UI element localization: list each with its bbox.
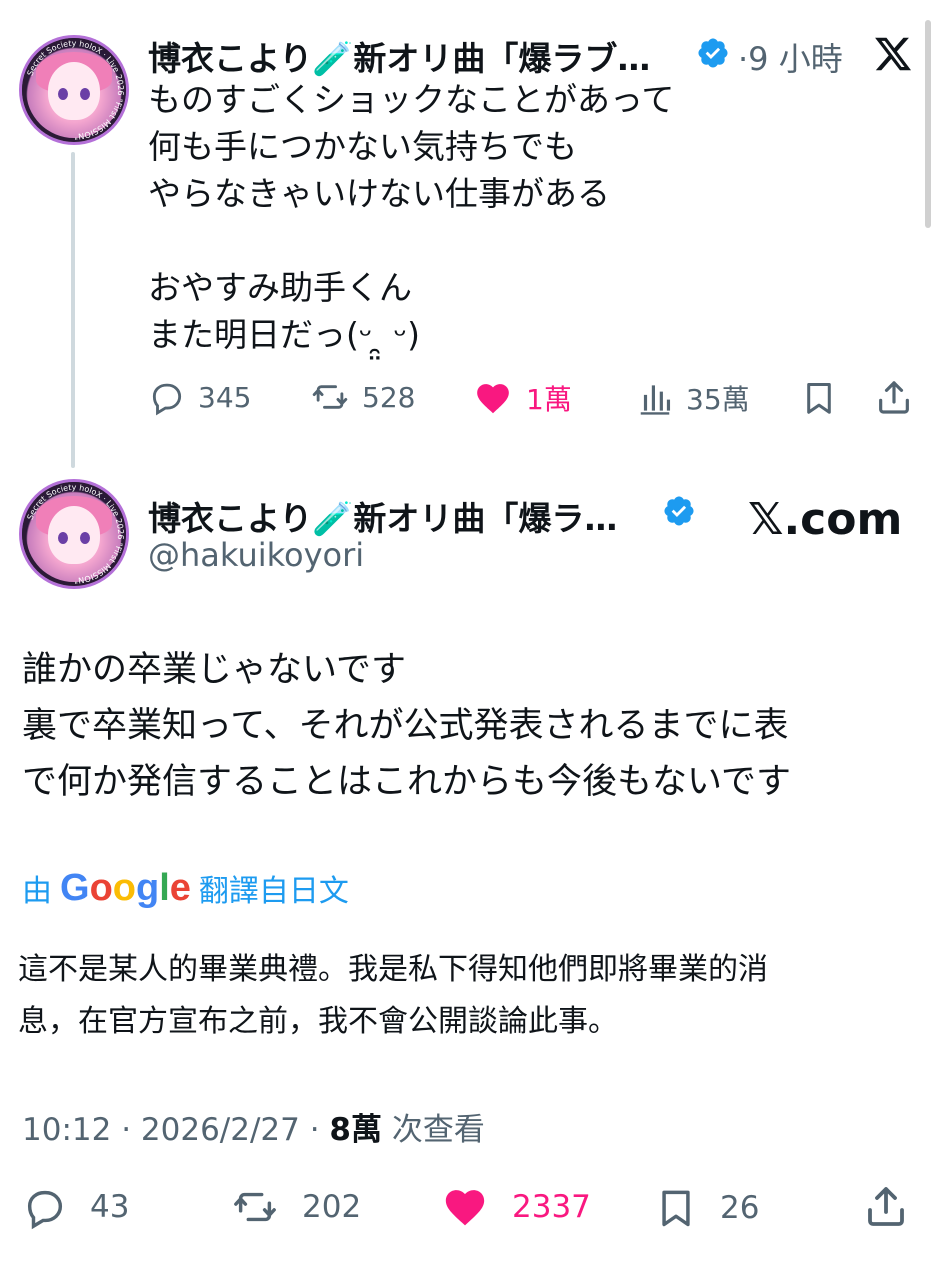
reply-button[interactable]: 345 <box>148 378 251 416</box>
views-count: 35萬 <box>686 383 750 416</box>
scrollbar[interactable] <box>925 20 931 228</box>
avatar[interactable]: Secret Society holoX · Live 2026 "First … <box>22 38 126 142</box>
x-logo-icon[interactable] <box>872 34 914 78</box>
reply-icon <box>27 1190 63 1230</box>
thread-line <box>71 152 75 468</box>
views-label: 次查看 <box>382 1112 485 1148</box>
post-metadata: 10:12 · 2026/2/27 · 8萬 次查看 <box>22 1104 485 1149</box>
bookmark-button[interactable]: 26 <box>654 1184 759 1232</box>
share-icon <box>868 1187 904 1226</box>
svg-text:Secret Society holoX · Live 20: Secret Society holoX · Live 2026 "First … <box>26 39 126 141</box>
reply-count: 345 <box>198 380 252 414</box>
heart-icon <box>445 1190 485 1226</box>
reply-button[interactable]: 43 <box>22 1184 129 1230</box>
share-button[interactable] <box>862 1182 910 1234</box>
verified-badge-icon <box>662 494 696 532</box>
google-logo: Google <box>60 866 191 909</box>
post-text: 誰かの卒業じゃないです 裏で卒業知って、それが公式発表されるまでに表 で何か発信… <box>22 650 791 802</box>
avatar-ring-text: Secret Society holoX · Live 2026 "First … <box>26 39 126 141</box>
share-icon <box>879 381 909 414</box>
share-button[interactable] <box>874 376 914 422</box>
avatar[interactable]: Secret Society holoX · Live 2026 "First … <box>22 482 126 586</box>
repost-icon <box>234 1192 276 1222</box>
translated-text: 這不是某人的畢業典禮。我是私下得知他們即將畢業的消 息，在官方宣布之前，我不會公… <box>18 952 768 1039</box>
post-time[interactable]: ·9 小時 <box>738 34 843 80</box>
translation-prefix: 由 <box>22 874 52 909</box>
bookmark-icon <box>662 1190 690 1227</box>
like-count: 1萬 <box>526 383 572 416</box>
reply-icon <box>152 383 182 416</box>
bookmark-icon <box>807 383 831 414</box>
heart-icon <box>477 384 509 414</box>
like-count: 2337 <box>512 1189 591 1225</box>
display-name[interactable]: 博衣こより🧪新オリ曲「爆ラ… <box>148 492 617 540</box>
analytics-icon <box>640 385 671 415</box>
x-com-brand[interactable]: 𝕏.com <box>748 494 902 545</box>
views-button[interactable]: 35萬 <box>636 378 750 418</box>
reply-count: 43 <box>90 1189 130 1225</box>
like-button[interactable]: 2337 <box>440 1184 591 1230</box>
translation-suffix: 翻譯自日文 <box>198 874 349 909</box>
bookmark-button[interactable] <box>800 378 838 422</box>
repost-button[interactable]: 202 <box>230 1184 361 1230</box>
repost-button[interactable]: 528 <box>310 378 415 416</box>
post-text: ものすごくショックなことがあって 何も手につかない気持ちでも やらなきゃいけない… <box>148 80 675 354</box>
handle[interactable]: @hakuikoyori <box>148 536 364 574</box>
verified-badge-icon <box>696 36 730 74</box>
repost-icon <box>312 385 348 409</box>
bookmark-count: 26 <box>720 1190 760 1226</box>
svg-text:Secret Society holoX · Live 20: Secret Society holoX · Live 2026 "First … <box>26 483 126 585</box>
repost-count: 528 <box>362 380 416 414</box>
views-count: 8萬 <box>329 1112 382 1148</box>
like-button[interactable]: 1萬 <box>472 378 572 418</box>
avatar-ring-text: Secret Society holoX · Live 2026 "First … <box>26 483 126 585</box>
repost-count: 202 <box>302 1189 362 1225</box>
timestamp[interactable]: 10:12 · 2026/2/27 · <box>22 1112 329 1148</box>
display-name[interactable]: 博衣こより🧪新オリ曲「爆ラブ… <box>148 32 650 80</box>
translated-by-link[interactable]: 由 Google 翻譯自日文 <box>22 866 349 910</box>
